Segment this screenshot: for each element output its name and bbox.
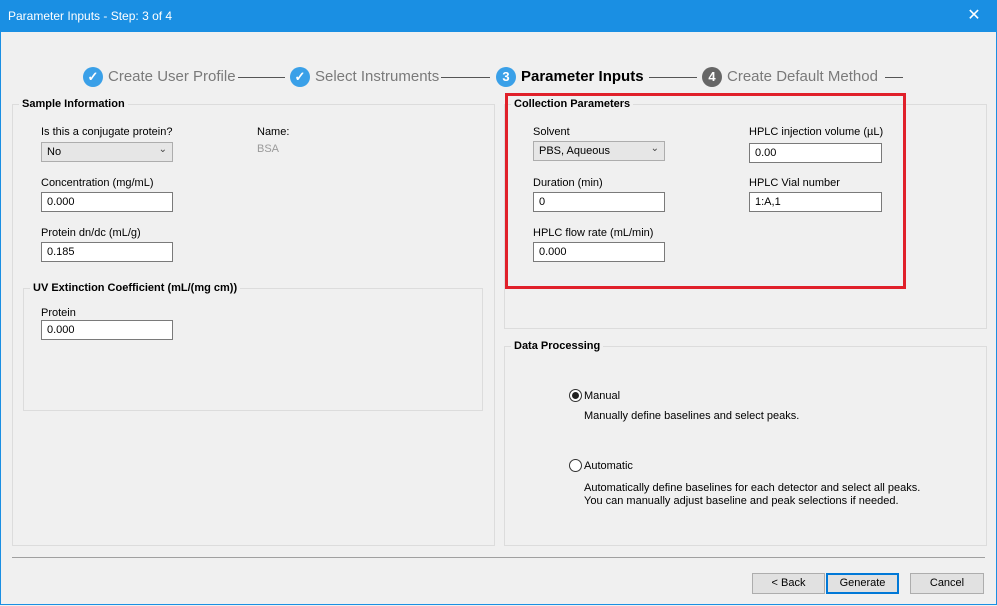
conjugate-value: No [47, 146, 62, 158]
dndc-label: Protein dn/dc (mL/g) [41, 227, 141, 239]
flow-rate-field[interactable]: 0.000 [533, 242, 665, 262]
automatic-description-line1: Automatically define baselines for each … [584, 482, 921, 494]
step-select-instruments: ✓ Select Instruments [290, 66, 439, 88]
generate-button[interactable]: Generate [826, 573, 899, 594]
step-label: Parameter Inputs [521, 68, 644, 85]
step-create-default-method: 4 Create Default Method [702, 66, 878, 88]
uv-protein-label: Protein [41, 307, 76, 319]
injection-volume-field[interactable]: 0.00 [749, 143, 882, 163]
step-number-3-icon: 3 [496, 67, 516, 88]
solvent-label: Solvent [533, 126, 570, 138]
footer-separator [12, 557, 985, 558]
step-connector [649, 77, 697, 78]
step-connector [885, 77, 903, 78]
checkmark-icon: ✓ [83, 67, 103, 88]
vial-number-label: HPLC Vial number [749, 177, 840, 189]
automatic-label[interactable]: Automatic [584, 460, 633, 472]
concentration-field[interactable]: 0.000 [41, 192, 173, 212]
name-label: Name: [257, 126, 290, 138]
manual-label[interactable]: Manual [584, 390, 620, 402]
flow-rate-label: HPLC flow rate (mL/min) [533, 227, 654, 239]
vial-number-field[interactable]: 1:A,1 [749, 192, 882, 212]
solvent-value: PBS, Aqueous [539, 145, 610, 157]
duration-field[interactable]: 0 [533, 192, 665, 212]
cancel-button[interactable]: Cancel [910, 573, 984, 594]
concentration-label: Concentration (mg/mL) [41, 177, 154, 189]
injection-volume-label: HPLC injection volume (µL) [749, 126, 884, 138]
group-title: Sample Information [19, 98, 128, 110]
name-value: BSA [257, 143, 280, 155]
step-connector [441, 77, 490, 78]
step-parameter-inputs: 3 Parameter Inputs [496, 66, 644, 88]
step-label: Create User Profile [108, 68, 236, 85]
checkmark-icon: ✓ [290, 67, 310, 88]
title-bar: Parameter Inputs - Step: 3 of 4 ✕ [0, 0, 997, 32]
manual-radio[interactable] [569, 389, 582, 402]
chevron-down-icon: ⌄ [650, 143, 659, 154]
close-icon[interactable]: ✕ [951, 0, 997, 32]
step-label: Select Instruments [315, 68, 440, 85]
automatic-description-line2: You can manually adjust baseline and pea… [584, 495, 899, 507]
step-create-user-profile: ✓ Create User Profile [83, 66, 236, 88]
uv-extinction-group: UV Extinction Coefficient (mL/(mg cm)) [23, 282, 483, 411]
step-number-4-icon: 4 [702, 67, 722, 88]
uv-protein-field[interactable]: 0.000 [41, 320, 173, 340]
dndc-field[interactable]: 0.185 [41, 242, 173, 262]
step-label: Create Default Method [727, 68, 878, 85]
conjugate-dropdown[interactable]: No ⌄ [41, 142, 173, 162]
step-connector [238, 77, 285, 78]
manual-description: Manually define baselines and select pea… [584, 410, 800, 422]
automatic-radio[interactable] [569, 459, 582, 472]
wizard-steps: ✓ Create User Profile ✓ Select Instruments… [0, 66, 997, 88]
chevron-down-icon: ⌄ [158, 144, 167, 155]
solvent-dropdown[interactable]: PBS, Aqueous ⌄ [533, 141, 665, 161]
back-button[interactable]: < Back [752, 573, 825, 594]
window-title: Parameter Inputs - Step: 3 of 4 [8, 9, 173, 23]
data-processing-group: Data Processing [504, 340, 987, 546]
group-title: UV Extinction Coefficient (mL/(mg cm)) [30, 282, 241, 294]
duration-label: Duration (min) [533, 177, 603, 189]
conjugate-label: Is this a conjugate protein? [41, 126, 173, 138]
group-title: Data Processing [511, 340, 604, 352]
